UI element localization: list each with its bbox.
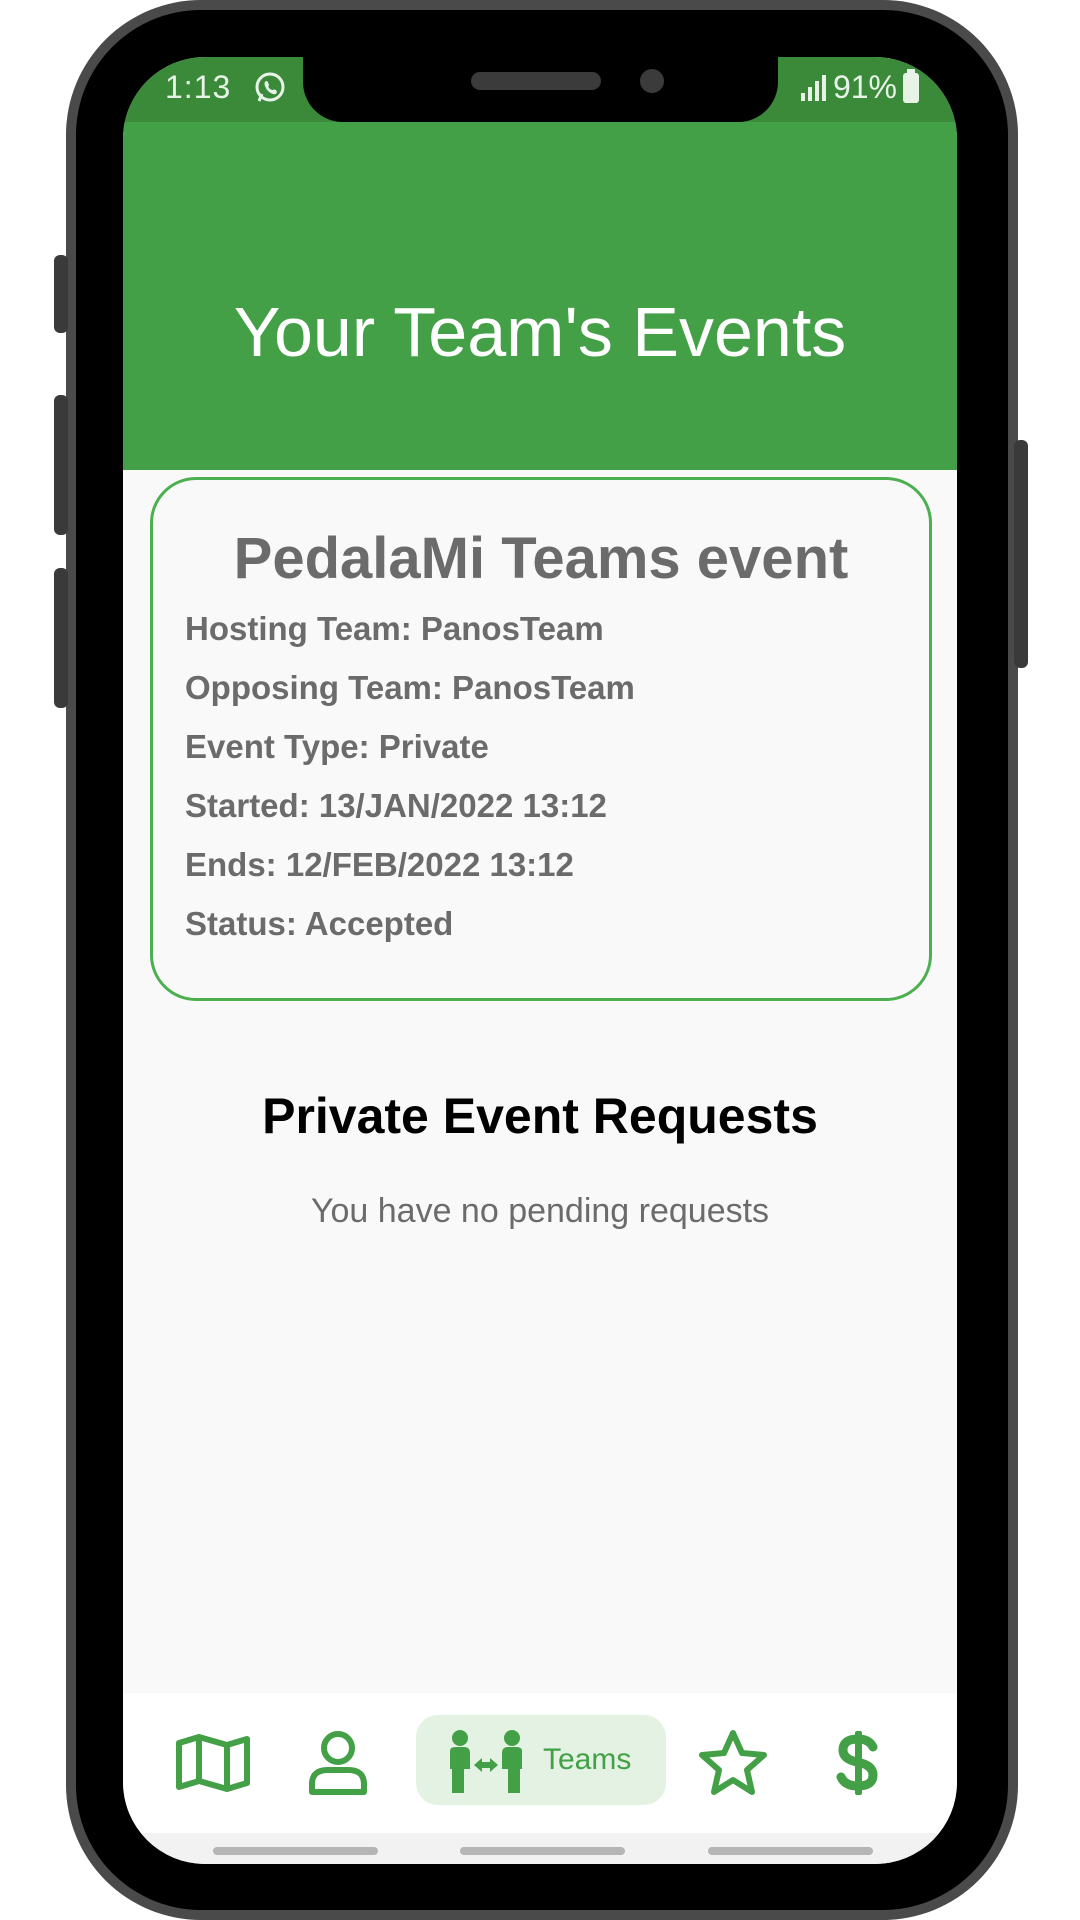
home-handle[interactable] <box>460 1847 625 1855</box>
whatsapp-icon <box>255 72 285 102</box>
earpiece-speaker <box>471 72 601 90</box>
system-gesture-bar <box>123 1833 957 1864</box>
event-title: PedalaMi Teams event <box>233 526 849 591</box>
side-button-volume-up <box>54 395 68 535</box>
bottom-navigation: Teams <box>123 1693 957 1833</box>
dollar-icon <box>836 1731 878 1795</box>
empty-requests-text: You have no pending requests <box>310 1192 770 1230</box>
nav-profile[interactable] <box>293 1693 383 1833</box>
requests-heading: Private Event Requests <box>262 1088 818 1144</box>
back-handle[interactable] <box>708 1847 873 1855</box>
battery-percentage: 91% <box>832 69 897 105</box>
screenshot-stage: 1:13 91% Your Team's Events PedalaMi Tea… <box>0 0 1080 1920</box>
side-button-volume-down <box>54 568 68 708</box>
nav-teams-label: Teams <box>543 1743 632 1776</box>
front-camera <box>640 69 664 93</box>
event-type-text: Event Type: Private <box>185 728 489 765</box>
side-button-mute <box>54 255 68 333</box>
status-right-group: 91% <box>799 68 919 106</box>
event-card[interactable]: PedalaMi Teams event Hosting Team: Panos… <box>150 477 932 1001</box>
star-icon <box>699 1730 767 1795</box>
display-notch <box>303 57 778 122</box>
signal-icon <box>800 74 826 101</box>
started-text: Started: 13/JAN/2022 13:12 <box>185 787 607 824</box>
page-title: Your Team's Events <box>233 293 847 371</box>
battery-icon <box>903 68 919 103</box>
status-bar: 1:13 91% <box>123 57 957 122</box>
status-time: 1:13 <box>165 69 232 105</box>
hosting-team-text: Hosting Team: PanosTeam <box>185 610 604 647</box>
opposing-team-text: Opposing Team: PanosTeam <box>185 669 635 706</box>
status-text: Status: Accepted <box>185 905 454 942</box>
nav-favorites[interactable] <box>688 1693 778 1833</box>
profile-icon <box>309 1731 367 1795</box>
app-header: Your Team's Events <box>123 122 957 470</box>
nav-rewards[interactable] <box>813 1693 903 1833</box>
nav-map[interactable] <box>168 1693 258 1833</box>
ends-text: Ends: 12/FEB/2022 13:12 <box>185 846 574 883</box>
side-button-power <box>1014 440 1028 668</box>
teams-icon <box>450 1730 522 1793</box>
map-icon <box>176 1734 250 1792</box>
phone-screen: 1:13 91% Your Team's Events PedalaMi Tea… <box>123 57 957 1864</box>
recent-apps-handle[interactable] <box>213 1847 378 1855</box>
